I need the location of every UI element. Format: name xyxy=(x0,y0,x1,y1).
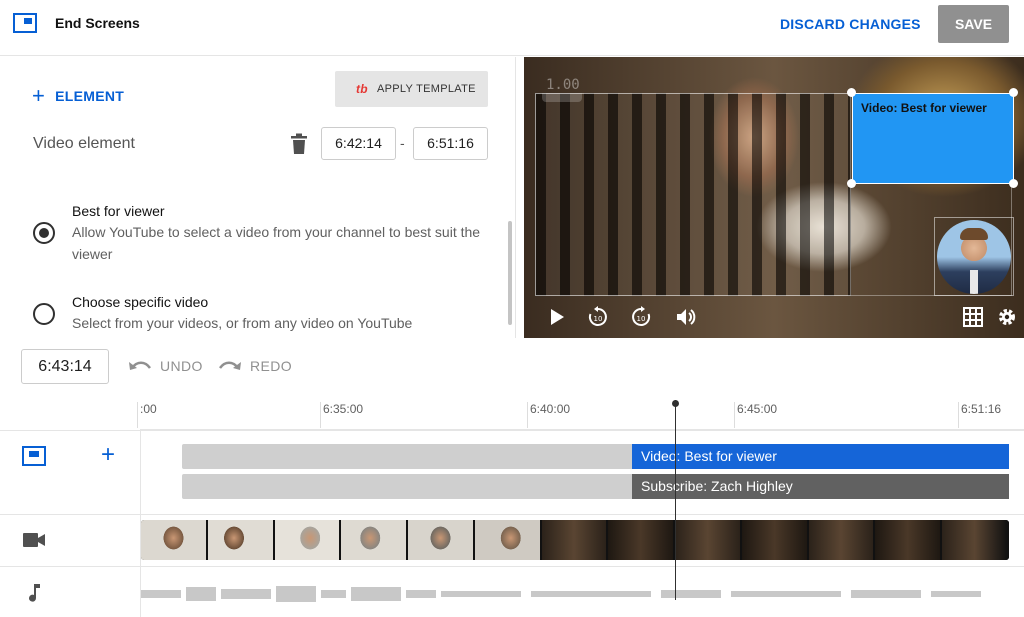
add-element-plus-button[interactable]: + xyxy=(101,443,115,467)
play-icon[interactable] xyxy=(546,306,568,328)
music-note-icon xyxy=(29,584,40,602)
end-screen-elements-icon xyxy=(22,446,46,466)
track-divider xyxy=(0,430,1024,431)
filmstrip-frame xyxy=(808,520,876,560)
discard-changes-button[interactable]: DISCARD CHANGES xyxy=(780,16,921,32)
save-button[interactable]: SAVE xyxy=(938,5,1009,43)
video-camera-icon xyxy=(23,533,45,547)
grid-icon[interactable] xyxy=(962,306,984,328)
svg-text:10: 10 xyxy=(594,315,603,323)
rewind-10-icon[interactable]: 10 xyxy=(587,306,609,328)
radio-best-for-viewer[interactable] xyxy=(33,222,55,244)
resize-handle-top-right[interactable] xyxy=(1009,88,1018,97)
add-element-label: ELEMENT xyxy=(55,88,125,104)
volume-icon[interactable] xyxy=(675,306,697,328)
filmstrip-frame xyxy=(541,520,609,560)
option-title-best-for-viewer: Best for viewer xyxy=(72,203,165,219)
filmstrip-frame xyxy=(608,520,676,560)
video-element-box[interactable]: Video: Best for viewer xyxy=(852,93,1014,184)
video-element-box-label: Video: Best for viewer xyxy=(861,101,987,115)
header: End Screens DISCARD CHANGES SAVE xyxy=(0,0,1024,56)
timeline-ruler[interactable]: :00 6:35:00 6:40:00 6:45:00 6:51:16 xyxy=(137,394,1024,430)
ruler-tick: 6:35:00 xyxy=(319,402,364,428)
subscribe-element-bar[interactable]: Subscribe: Zach Highley xyxy=(632,474,1009,499)
track-divider xyxy=(0,566,1024,567)
end-screen-icon xyxy=(13,13,37,33)
filmstrip-frame xyxy=(875,520,943,560)
template-logo-icon: tb xyxy=(356,82,368,96)
video-element-bar[interactable]: Video: Best for viewer xyxy=(632,444,1009,469)
filmstrip-frame xyxy=(675,520,742,560)
filmstrip-frame xyxy=(141,520,208,560)
redo-icon xyxy=(218,361,241,370)
radio-choose-specific-video[interactable] xyxy=(33,303,55,325)
playhead[interactable] xyxy=(672,400,679,600)
ruler-tick: 6:40:00 xyxy=(526,402,571,428)
filmstrip-frame xyxy=(341,520,409,560)
resize-handle-bottom-left[interactable] xyxy=(847,179,856,188)
time-separator: - xyxy=(400,135,405,151)
panel-scrollbar[interactable] xyxy=(508,221,512,325)
apply-template-label: APPLY TEMPLATE xyxy=(377,83,476,95)
aspect-label: 1.00 xyxy=(546,77,580,93)
option-title-choose-specific: Choose specific video xyxy=(72,294,209,310)
video-preview: 1.00 Video: Best for viewer 10 10 xyxy=(524,57,1024,338)
undo-label: UNDO xyxy=(160,358,203,374)
redo-label: REDO xyxy=(250,358,293,374)
page-title: End Screens xyxy=(55,15,140,31)
current-time-input[interactable]: 6:43:14 xyxy=(21,349,109,384)
filmstrip-frame xyxy=(474,520,542,560)
delete-icon[interactable] xyxy=(290,133,308,155)
ruler-tick: 6:51:16 xyxy=(957,402,1002,428)
filmstrip-frame xyxy=(942,520,1009,560)
gear-icon[interactable] xyxy=(996,306,1018,328)
add-element-button[interactable]: + ELEMENT xyxy=(32,81,125,108)
video-filmstrip[interactable] xyxy=(141,520,1009,560)
channel-avatar xyxy=(937,220,1011,294)
apply-template-button[interactable]: tb APPLY TEMPLATE xyxy=(335,71,488,107)
option-description-best-for-viewer: Allow YouTube to select a video from you… xyxy=(72,224,481,262)
ruler-tick: :00 xyxy=(137,402,157,428)
end-time-input[interactable]: 6:51:16 xyxy=(413,127,488,160)
aspect-tab xyxy=(542,93,582,102)
element-editor-panel: + ELEMENT tb APPLY TEMPLATE Video element… xyxy=(0,57,516,338)
filmstrip-frame xyxy=(274,520,342,560)
forward-10-icon[interactable]: 10 xyxy=(630,306,652,328)
redo-button[interactable]: REDO xyxy=(218,358,292,374)
svg-text:10: 10 xyxy=(637,315,646,323)
resize-handle-top-left[interactable] xyxy=(847,88,856,97)
undo-icon xyxy=(129,361,152,370)
undo-button[interactable]: UNDO xyxy=(128,358,203,374)
filmstrip-frame xyxy=(741,520,809,560)
element-type-label: Video element xyxy=(33,135,135,152)
filmstrip-frame xyxy=(207,520,275,560)
plus-icon: + xyxy=(32,83,46,108)
track-divider xyxy=(0,514,1024,515)
option-description-choose-specific: Select from your videos, or from any vid… xyxy=(72,315,413,331)
start-time-input[interactable]: 6:42:14 xyxy=(321,127,396,160)
filmstrip-frame xyxy=(408,520,475,560)
ruler-tick: 6:45:00 xyxy=(733,402,778,428)
audio-waveform xyxy=(141,586,981,602)
resize-handle-bottom-right[interactable] xyxy=(1009,179,1018,188)
